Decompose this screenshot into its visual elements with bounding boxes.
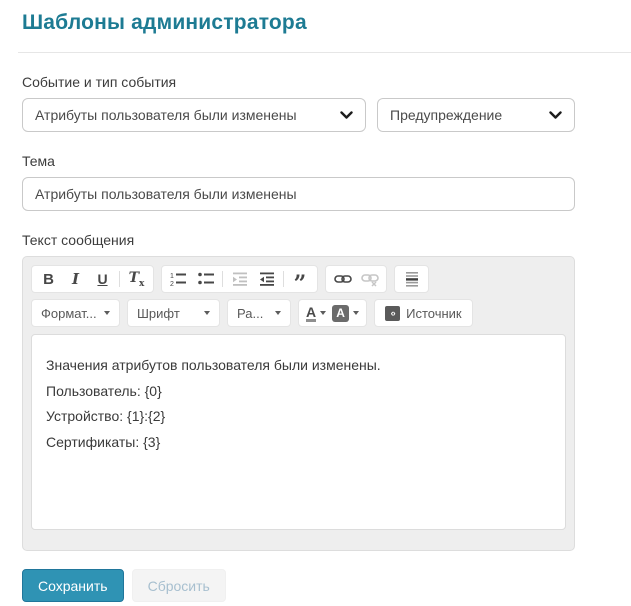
text-color-icon: A bbox=[306, 303, 317, 322]
outdent-icon bbox=[232, 272, 247, 286]
message-text-area[interactable]: Значения атрибутов пользователя были изм… bbox=[31, 334, 566, 530]
underline-button[interactable]: U bbox=[89, 267, 116, 291]
unlink-button[interactable] bbox=[356, 267, 383, 291]
message-line: Значения атрибутов пользователя были изм… bbox=[46, 357, 381, 373]
chevron-down-icon bbox=[340, 110, 353, 120]
underline-icon: U bbox=[97, 271, 108, 287]
event-type-select-value: Предупреждение bbox=[390, 107, 503, 123]
horizontal-rule-icon bbox=[405, 272, 418, 287]
italic-icon: I bbox=[71, 270, 80, 288]
caret-down-icon bbox=[353, 311, 360, 315]
message-label: Текст сообщения bbox=[22, 232, 135, 248]
text-color-button[interactable]: A bbox=[303, 301, 329, 325]
font-size-value: Ра... bbox=[237, 305, 264, 321]
event-type-label: Событие и тип события bbox=[22, 74, 177, 90]
subject-label: Тема bbox=[22, 153, 55, 169]
caret-down-icon bbox=[204, 311, 210, 315]
svg-text:1: 1 bbox=[170, 273, 174, 280]
message-line: Пользователь: {0} bbox=[46, 382, 162, 399]
font-value: Шрифт bbox=[137, 305, 180, 321]
remove-format-icon: Tx bbox=[128, 269, 145, 289]
italic-button[interactable]: I bbox=[62, 267, 89, 291]
bold-button[interactable]: B bbox=[35, 267, 62, 291]
toolbar-separator bbox=[119, 271, 120, 287]
admin-templates-page: Шаблоны администратора Событие и тип соб… bbox=[0, 11, 631, 606]
toolbar-row-2: Формат... Шрифт Ра... A A ‹› Источник bbox=[31, 299, 566, 327]
form-actions: Сохранить Сбросить bbox=[22, 569, 631, 602]
page-title: Шаблоны администратора bbox=[22, 11, 307, 34]
caret-down-icon bbox=[275, 311, 281, 315]
bold-icon: B bbox=[43, 270, 54, 288]
svg-text:2: 2 bbox=[170, 281, 174, 287]
toolbar-row-1: B I U Tx 1 2 ” bbox=[31, 265, 566, 297]
horizontal-rule-button[interactable] bbox=[398, 267, 425, 291]
rich-text-editor: B I U Tx 1 2 ” Формат... Шрифт Ра... A A… bbox=[22, 256, 575, 551]
caret-down-icon bbox=[104, 311, 110, 315]
event-type-select[interactable]: Предупреждение bbox=[377, 98, 575, 132]
font-dropdown[interactable]: Шрифт bbox=[127, 299, 220, 327]
bulleted-list-icon bbox=[197, 272, 214, 285]
event-selects-row: Атрибуты пользователя были изменены Пред… bbox=[22, 98, 631, 132]
lists-indent-group: 1 2 ” bbox=[161, 265, 318, 297]
paragraph-format-dropdown[interactable]: Формат... bbox=[31, 299, 120, 327]
basicstyles-group: B I U Tx bbox=[31, 265, 154, 293]
event-select-value: Атрибуты пользователя были изменены bbox=[35, 107, 297, 123]
font-size-dropdown[interactable]: Ра... bbox=[227, 299, 291, 327]
title-divider bbox=[18, 52, 631, 53]
background-color-button[interactable]: A bbox=[329, 301, 362, 325]
link-icon bbox=[333, 275, 352, 283]
caret-down-icon bbox=[320, 311, 327, 315]
indent-icon bbox=[259, 272, 274, 286]
source-button-label: Источник bbox=[406, 305, 462, 321]
event-select[interactable]: Атрибуты пользователя были изменены bbox=[22, 98, 366, 132]
toolbar-separator bbox=[222, 271, 223, 287]
numbered-list-icon: 1 2 bbox=[170, 273, 186, 287]
toolbar-separator bbox=[283, 271, 284, 287]
message-line: Сертификаты: {3} bbox=[46, 433, 161, 450]
horizontal-rule-group bbox=[394, 265, 429, 293]
unlink-icon bbox=[360, 274, 379, 287]
paragraph-format-value: Формат... bbox=[41, 305, 97, 321]
link-group bbox=[325, 265, 387, 293]
numbered-list-button[interactable]: 1 2 bbox=[165, 267, 192, 291]
remove-format-button[interactable]: Tx bbox=[123, 267, 150, 291]
message-line: Устройство: {1}:{2} bbox=[46, 408, 166, 424]
source-button[interactable]: ‹› Источник bbox=[374, 299, 473, 327]
background-color-icon: A bbox=[332, 304, 350, 322]
subject-input[interactable] bbox=[22, 177, 575, 211]
save-button[interactable]: Сохранить bbox=[22, 569, 124, 602]
bulleted-list-button[interactable] bbox=[192, 267, 219, 291]
blockquote-button[interactable]: ” bbox=[287, 267, 314, 297]
indent-button[interactable] bbox=[253, 267, 280, 291]
colors-group: A A bbox=[298, 299, 368, 327]
reset-button[interactable]: Сбросить bbox=[131, 569, 226, 602]
chevron-down-icon bbox=[549, 110, 562, 120]
link-button[interactable] bbox=[329, 267, 356, 291]
source-code-icon: ‹› bbox=[385, 305, 401, 321]
blockquote-icon: ” bbox=[293, 271, 308, 297]
outdent-button[interactable] bbox=[226, 267, 253, 291]
